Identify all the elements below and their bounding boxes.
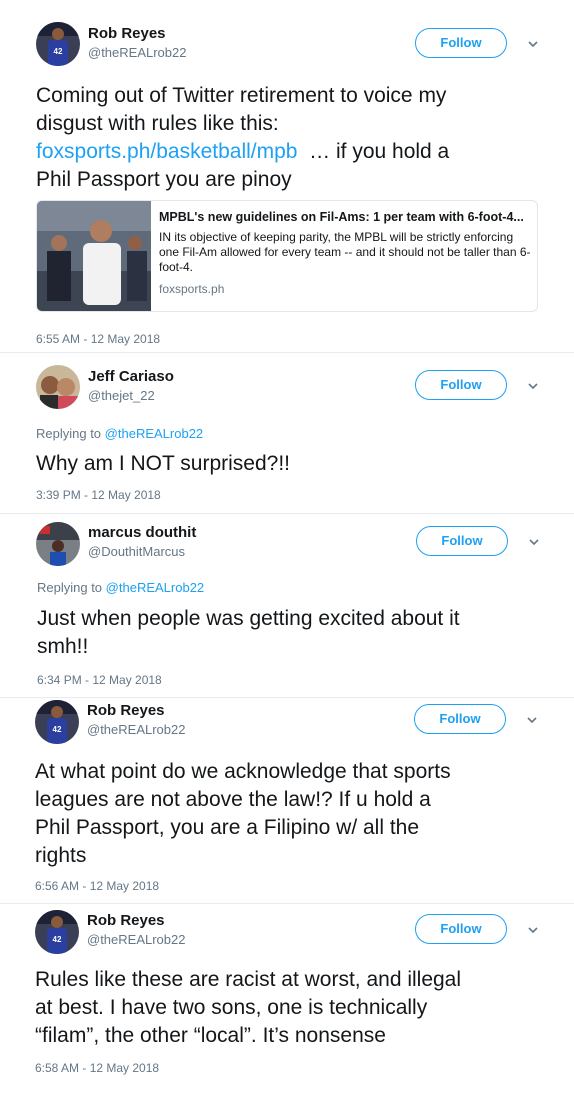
author-handle[interactable]: @thejet_22 xyxy=(88,388,155,403)
tweet-link[interactable]: foxsports.ph/basketball/mpb xyxy=(36,140,297,163)
tweet-text-line: foxsports.ph/basketball/mpb … if you hol… xyxy=(36,138,449,166)
card-thumbnail-image xyxy=(37,201,151,311)
author-handle[interactable]: @theREALrob22 xyxy=(87,722,185,737)
timestamp[interactable]: 3:39 PM - 12 May 2018 xyxy=(36,488,161,502)
tweet-text-line: Rules like these are racist at worst, an… xyxy=(35,968,462,991)
follow-button[interactable]: Follow xyxy=(414,704,506,734)
follow-button[interactable]: Follow xyxy=(416,526,508,556)
avatar-image: 42 xyxy=(35,700,79,744)
tweet-text-line: “filam”, the other “local”. It’s nonsens… xyxy=(35,1024,386,1047)
svg-text:42: 42 xyxy=(54,47,63,56)
timestamp[interactable]: 6:34 PM - 12 May 2018 xyxy=(37,673,162,687)
link-preview-card[interactable]: MPBL's new guidelines on Fil-Ams: 1 per … xyxy=(36,200,538,312)
chevron-down-icon[interactable] xyxy=(526,379,540,393)
follow-button[interactable]: Follow xyxy=(415,28,507,58)
author-name[interactable]: Rob Reyes xyxy=(87,912,165,929)
tweet-text-line: Just when people was getting excited abo… xyxy=(37,607,460,630)
reply-mention-link[interactable]: @theREALrob22 xyxy=(106,580,204,595)
svg-text:42: 42 xyxy=(53,935,62,944)
timestamp[interactable]: 6:55 AM - 12 May 2018 xyxy=(36,332,160,346)
author-name[interactable]: marcus douthit xyxy=(88,524,196,541)
timestamp[interactable]: 6:58 AM - 12 May 2018 xyxy=(35,1061,159,1075)
avatar-image: 42 xyxy=(35,910,79,954)
reply-mention-link[interactable]: @theREALrob22 xyxy=(105,426,203,441)
replying-to-label: Replying to xyxy=(37,580,103,595)
svg-text:42: 42 xyxy=(53,725,62,734)
author-handle[interactable]: @DouthitMarcus xyxy=(88,544,185,559)
follow-button[interactable]: Follow xyxy=(415,370,507,400)
follow-button[interactable]: Follow xyxy=(415,914,507,944)
author-name[interactable]: Rob Reyes xyxy=(88,25,166,42)
replying-to-label: Replying to xyxy=(36,426,102,441)
replying-to: Replying to @theREALrob22 xyxy=(37,580,204,595)
tweet-text-line: Phil Passport you are pinoy xyxy=(36,168,292,191)
author-name[interactable]: Rob Reyes xyxy=(87,702,165,719)
chevron-down-icon[interactable] xyxy=(525,713,539,727)
chevron-down-icon[interactable] xyxy=(526,37,540,51)
card-title: MPBL's new guidelines on Fil-Ams: 1 per … xyxy=(159,210,524,224)
tweet-text-line: Phil Passport, you are a Filipino w/ all… xyxy=(35,816,420,839)
author-handle[interactable]: @theREALrob22 xyxy=(88,45,186,60)
chevron-down-icon[interactable] xyxy=(527,535,541,549)
author-handle[interactable]: @theREALrob22 xyxy=(87,932,185,947)
chevron-down-icon[interactable] xyxy=(526,923,540,937)
tweet-5: 42 Rob Reyes @theREALrob22 Follow Rules … xyxy=(0,904,574,1110)
tweet-text-line: Coming out of Twitter retirement to voic… xyxy=(36,84,447,107)
tweet-text-line: rights xyxy=(35,844,87,867)
tweet-text-line: At what point do we acknowledge that spo… xyxy=(35,760,451,783)
timestamp[interactable]: 6:56 AM - 12 May 2018 xyxy=(35,879,159,893)
tweet-2: Jeff Cariaso @thejet_22 Follow Replying … xyxy=(0,353,574,513)
avatar-marcus-douthit[interactable] xyxy=(36,522,80,566)
avatar-image xyxy=(36,522,80,566)
tweet-3: marcus douthit @DouthitMarcus Follow Rep… xyxy=(0,514,574,698)
tweet-4: 42 Rob Reyes @theREALrob22 Follow At wha… xyxy=(0,698,574,904)
avatar-rob-reyes[interactable]: 42 xyxy=(36,22,80,66)
avatar-image xyxy=(36,365,80,409)
tweet-text-line: Why am I NOT surprised?!! xyxy=(36,452,291,475)
tweet-1: 42 Rob Reyes @theREALrob22 Follow Coming… xyxy=(0,0,574,350)
avatar-image: 42 xyxy=(36,22,80,66)
replying-to: Replying to @theREALrob22 xyxy=(36,426,203,441)
tweet-text-line: leagues are not above the law!? If u hol… xyxy=(35,788,431,811)
tweet-text-fragment: … if you hold a xyxy=(297,140,450,163)
card-domain: foxsports.ph xyxy=(159,282,225,296)
avatar-rob-reyes[interactable]: 42 xyxy=(35,700,79,744)
tweet-text-line: at best. I have two sons, one is technic… xyxy=(35,996,428,1019)
card-description: IN its objective of keeping parity, the … xyxy=(159,230,531,274)
tweet-text-line: disgust with rules like this: xyxy=(36,112,279,135)
tweet-text-line: smh!! xyxy=(37,635,89,658)
author-name[interactable]: Jeff Cariaso xyxy=(88,368,174,385)
avatar-jeff-cariaso[interactable] xyxy=(36,365,80,409)
avatar-rob-reyes[interactable]: 42 xyxy=(35,910,79,954)
